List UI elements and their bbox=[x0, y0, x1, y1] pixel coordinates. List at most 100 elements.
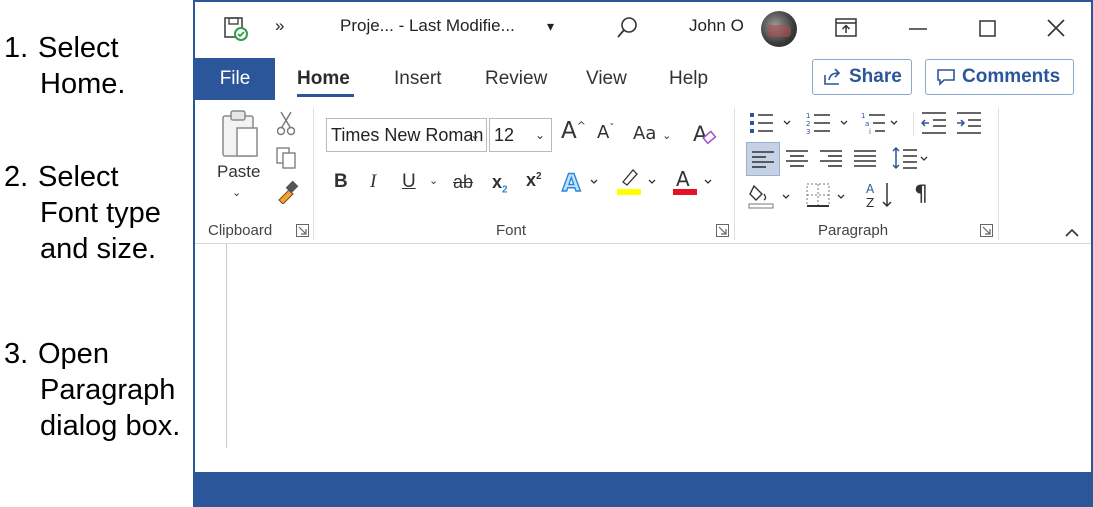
justify-icon[interactable] bbox=[854, 149, 876, 169]
clear-formatting-icon[interactable]: A bbox=[692, 120, 718, 148]
step-2-line2: Font type bbox=[40, 197, 161, 229]
paste-label[interactable]: Paste bbox=[217, 162, 260, 182]
step-1-line1: Select bbox=[38, 32, 119, 64]
bold-button[interactable]: B bbox=[334, 171, 348, 193]
tab-home[interactable]: Home bbox=[297, 68, 350, 90]
step-3: 3. Open Paragraph dialog box. bbox=[4, 336, 180, 444]
font-color-icon[interactable]: A bbox=[671, 166, 715, 196]
group-separator bbox=[313, 108, 314, 240]
shrink-font-glyph: A bbox=[597, 122, 610, 143]
active-tab-indicator bbox=[297, 94, 354, 97]
clipboard-group-label: Clipboard bbox=[208, 222, 273, 239]
italic-button[interactable]: I bbox=[370, 171, 376, 193]
svg-text:Z: Z bbox=[866, 196, 874, 210]
align-left-button[interactable] bbox=[746, 142, 780, 176]
strikethrough-button[interactable]: ab bbox=[453, 172, 473, 193]
collapse-ribbon-icon[interactable] bbox=[1064, 227, 1080, 237]
shading-icon[interactable] bbox=[748, 182, 794, 210]
ribbon-tabs: File Home Insert Review View Help Share … bbox=[195, 54, 1091, 100]
font-launcher-icon[interactable] bbox=[716, 224, 729, 237]
search-icon[interactable] bbox=[615, 16, 639, 40]
autosave-icon[interactable] bbox=[223, 16, 249, 42]
chevron-down-icon: ⌄ bbox=[534, 128, 545, 142]
status-bar bbox=[195, 472, 1091, 505]
share-button[interactable]: Share bbox=[812, 59, 912, 95]
underline-button[interactable]: U bbox=[402, 171, 416, 193]
font-group-label: Font bbox=[496, 222, 527, 239]
close-icon[interactable] bbox=[1047, 19, 1065, 37]
tab-file[interactable]: File bbox=[195, 58, 275, 100]
numbering-icon[interactable]: 1 2 3 bbox=[806, 110, 852, 136]
document-area[interactable] bbox=[195, 244, 1091, 474]
page-margin-guide bbox=[226, 244, 227, 448]
underline-dropdown-icon[interactable]: ⌄ bbox=[429, 174, 438, 187]
clipboard-launcher-icon[interactable] bbox=[296, 224, 309, 237]
tab-review[interactable]: Review bbox=[485, 68, 547, 90]
step-2: 2. Select Font type and size. bbox=[4, 159, 161, 267]
svg-text:A: A bbox=[676, 167, 690, 191]
svg-text:A: A bbox=[693, 122, 708, 146]
change-case-button[interactable]: Aa ⌄ bbox=[633, 123, 671, 144]
tab-help[interactable]: Help bbox=[669, 68, 708, 90]
superscript-glyph: x bbox=[526, 170, 537, 190]
step-1-number: 1. bbox=[4, 32, 29, 64]
document-title[interactable]: Proje... - Last Modifie... bbox=[340, 16, 515, 36]
share-icon bbox=[824, 68, 841, 85]
step-2-line1: Select bbox=[38, 161, 119, 193]
sort-icon[interactable]: A Z bbox=[865, 180, 897, 210]
step-3-line3: dialog box. bbox=[40, 410, 181, 442]
qat-overflow-button[interactable]: » bbox=[275, 16, 284, 36]
align-right-icon[interactable] bbox=[820, 149, 842, 169]
tab-view[interactable]: View bbox=[586, 68, 627, 90]
chevron-down-icon: ⌄ bbox=[469, 128, 480, 142]
increase-indent-icon[interactable] bbox=[956, 110, 982, 136]
group-separator bbox=[998, 108, 999, 240]
font-family-combo[interactable]: Times New Roman ⌄ bbox=[326, 118, 487, 152]
instruction-steps: 1. Select Home. 2. Select Font type and si… bbox=[0, 0, 193, 507]
paste-icon[interactable] bbox=[219, 108, 261, 160]
comments-label: Comments bbox=[962, 66, 1061, 87]
decrease-indent-icon[interactable] bbox=[921, 110, 947, 136]
grow-font-glyph: A bbox=[561, 118, 577, 144]
superscript-button[interactable]: x2 bbox=[526, 170, 542, 191]
highlight-icon[interactable] bbox=[615, 166, 659, 196]
step-1: 1. Select Home. bbox=[4, 30, 125, 102]
ribbon-home: Paste ⌄ Clipboard Times New Roman ⌄ 12 ⌄… bbox=[195, 102, 1091, 244]
subscript-button[interactable]: x2 bbox=[492, 172, 508, 196]
comments-button[interactable]: Comments bbox=[925, 59, 1074, 95]
tab-insert[interactable]: Insert bbox=[394, 68, 442, 90]
borders-icon[interactable] bbox=[805, 182, 851, 210]
step-2-number: 2. bbox=[4, 161, 29, 193]
group-separator bbox=[734, 108, 735, 240]
step-3-number: 3. bbox=[4, 338, 29, 370]
font-size-combo[interactable]: 12 ⌄ bbox=[489, 118, 552, 152]
change-case-glyph: Aa bbox=[633, 123, 657, 144]
paragraph-launcher-icon[interactable] bbox=[980, 224, 993, 237]
line-spacing-icon[interactable] bbox=[891, 146, 933, 172]
grow-font-button[interactable]: A^ bbox=[561, 118, 586, 144]
title-dropdown-arrow[interactable]: ▾ bbox=[547, 18, 554, 35]
maximize-icon[interactable] bbox=[979, 20, 996, 37]
step-2-line3: and size. bbox=[40, 233, 157, 265]
copy-icon[interactable] bbox=[275, 146, 297, 170]
align-center-icon[interactable] bbox=[786, 149, 808, 169]
paragraph-group-label: Paragraph bbox=[818, 222, 889, 239]
user-name[interactable]: John O bbox=[689, 16, 744, 36]
bullets-icon[interactable] bbox=[749, 110, 795, 136]
cut-icon[interactable] bbox=[277, 110, 295, 136]
title-bar: » Proje... - Last Modifie... ▾ John O bbox=[195, 2, 1091, 54]
show-hide-marks-button[interactable]: ¶ bbox=[914, 182, 928, 207]
multilevel-list-icon[interactable]: 1 a i bbox=[861, 110, 907, 136]
ribbon-display-icon[interactable] bbox=[835, 18, 857, 38]
svg-text:A: A bbox=[866, 182, 875, 196]
shrink-font-button[interactable]: Aˇ bbox=[597, 122, 614, 143]
format-painter-icon[interactable] bbox=[275, 180, 299, 204]
minimize-icon[interactable] bbox=[909, 28, 927, 30]
avatar[interactable] bbox=[761, 11, 797, 47]
svg-text:2: 2 bbox=[806, 120, 810, 128]
svg-text:1: 1 bbox=[806, 112, 810, 120]
align-left-icon bbox=[752, 151, 774, 168]
paste-dropdown-icon[interactable]: ⌄ bbox=[232, 186, 241, 199]
text-effects-icon[interactable]: A bbox=[561, 168, 603, 196]
comment-icon bbox=[937, 69, 955, 86]
